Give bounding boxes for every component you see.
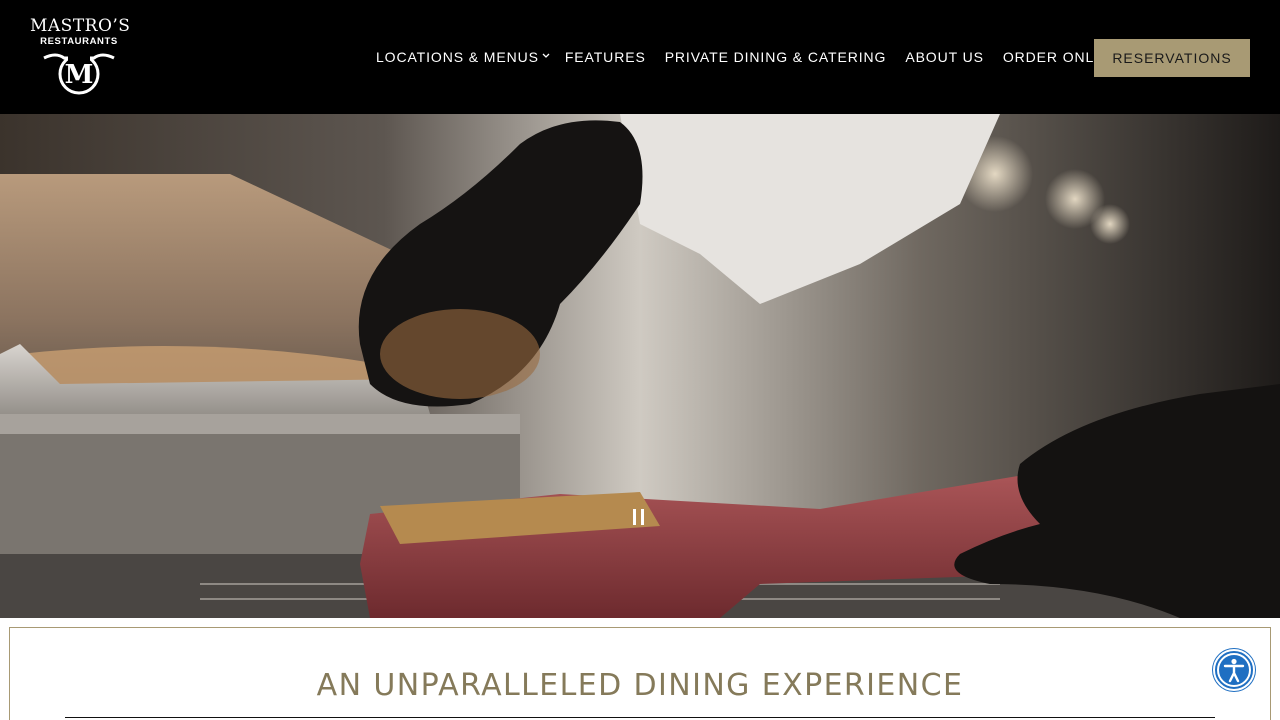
brand-name: MASTRO’S [30, 16, 131, 36]
main-nav: LOCATIONS & MENUS FEATURES PRIVATE DININ… [376, 47, 1120, 67]
nav-item-about-us[interactable]: ABOUT US [905, 47, 984, 67]
section-headline: AN UNPARALLELED DINING EXPERIENCE [316, 668, 964, 703]
pause-icon[interactable] [628, 506, 650, 528]
chevron-down-icon [542, 53, 550, 58]
accessibility-icon [1217, 653, 1251, 687]
accessibility-button[interactable] [1213, 649, 1255, 691]
brand-mark-letter: M [65, 60, 94, 90]
divider [65, 717, 1215, 718]
site-header: MASTRO’S RESTAURANTS M LOCATIONS & MENUS… [0, 0, 1280, 114]
brand-logo[interactable]: MASTRO’S RESTAURANTS M [30, 16, 131, 100]
reservations-button[interactable]: RESERVATIONS [1094, 39, 1250, 77]
intro-section: AN UNPARALLELED DINING EXPERIENCE [0, 618, 1280, 720]
nav-item-private-dining[interactable]: PRIVATE DINING & CATERING [665, 47, 887, 67]
brand-subtitle: RESTAURANTS [40, 36, 118, 47]
hero-video [0, 114, 1280, 618]
hero-image [0, 114, 1280, 618]
brand-mark-icon: M [43, 52, 115, 95]
nav-item-features[interactable]: FEATURES [565, 47, 646, 67]
nav-item-locations-menus[interactable]: LOCATIONS & MENUS [376, 47, 551, 67]
nav-item-label: LOCATIONS & MENUS [376, 49, 539, 65]
